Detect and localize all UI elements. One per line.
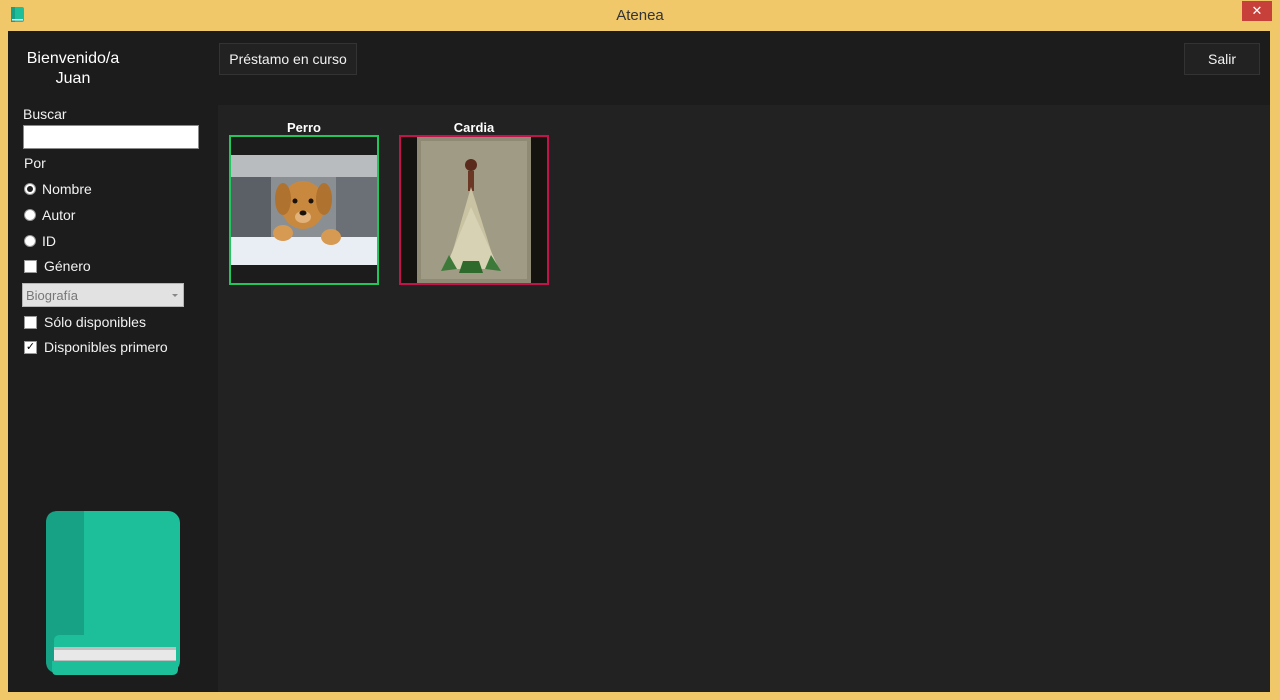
book-logo-icon — [46, 511, 180, 675]
checkbox-label: Disponibles primero — [44, 339, 168, 355]
close-button[interactable]: ✕ — [1242, 1, 1272, 21]
app-window: Atenea ✕ Bienvenido/a Juan Buscar Por No… — [0, 0, 1280, 700]
book-title: Cardia — [453, 120, 495, 135]
radio-label: ID — [42, 233, 56, 249]
top-bar: Préstamo en curso Salir — [218, 31, 1270, 105]
illustration-cover-image — [401, 137, 547, 283]
search-input[interactable] — [23, 125, 199, 149]
only-available-checkbox[interactable]: Sólo disponibles — [24, 313, 146, 331]
radio-autor[interactable]: Autor — [24, 206, 75, 224]
welcome-message: Bienvenido/a Juan — [8, 49, 138, 89]
radio-button[interactable] — [24, 209, 36, 221]
dog-photo-image — [231, 137, 377, 283]
available-first-checkbox[interactable]: ✓ Disponibles primero — [24, 338, 168, 356]
checkbox[interactable] — [24, 259, 37, 273]
genre-select-value: Biografía — [26, 288, 79, 303]
radio-nombre[interactable]: Nombre — [24, 180, 92, 198]
books-grid: Perro Cardia — [218, 105, 1270, 692]
book-cover[interactable] — [399, 135, 549, 285]
window-title: Atenea — [616, 7, 664, 24]
checkbox-label: Sólo disponibles — [44, 314, 146, 330]
book-cover[interactable] — [229, 135, 379, 285]
genre-select[interactable]: Biografía — [22, 283, 184, 307]
sidebar: Bienvenido/a Juan Buscar Por Nombre Auto… — [8, 31, 218, 692]
radio-label: Nombre — [42, 181, 92, 197]
title-bar: Atenea ✕ — [0, 0, 1280, 30]
genre-checkbox[interactable]: Género — [24, 257, 91, 275]
search-label: Buscar — [23, 106, 67, 122]
radio-id[interactable]: ID — [24, 232, 56, 250]
radio-button[interactable] — [24, 235, 36, 247]
radio-button[interactable] — [24, 183, 36, 195]
checkbox-checked[interactable]: ✓ — [24, 340, 37, 354]
welcome-greeting: Bienvenido/a — [26, 50, 120, 67]
checkbox[interactable] — [24, 315, 37, 329]
book-title: Perro — [287, 120, 321, 135]
search-by-label: Por — [24, 155, 46, 171]
current-loan-button[interactable]: Préstamo en curso — [219, 43, 357, 75]
exit-button[interactable]: Salir — [1184, 43, 1260, 75]
welcome-username: Juan — [55, 70, 91, 87]
checkbox-label: Género — [44, 258, 91, 274]
chevron-down-icon — [172, 294, 178, 297]
client-area: Bienvenido/a Juan Buscar Por Nombre Auto… — [8, 31, 1270, 692]
radio-label: Autor — [42, 207, 76, 223]
